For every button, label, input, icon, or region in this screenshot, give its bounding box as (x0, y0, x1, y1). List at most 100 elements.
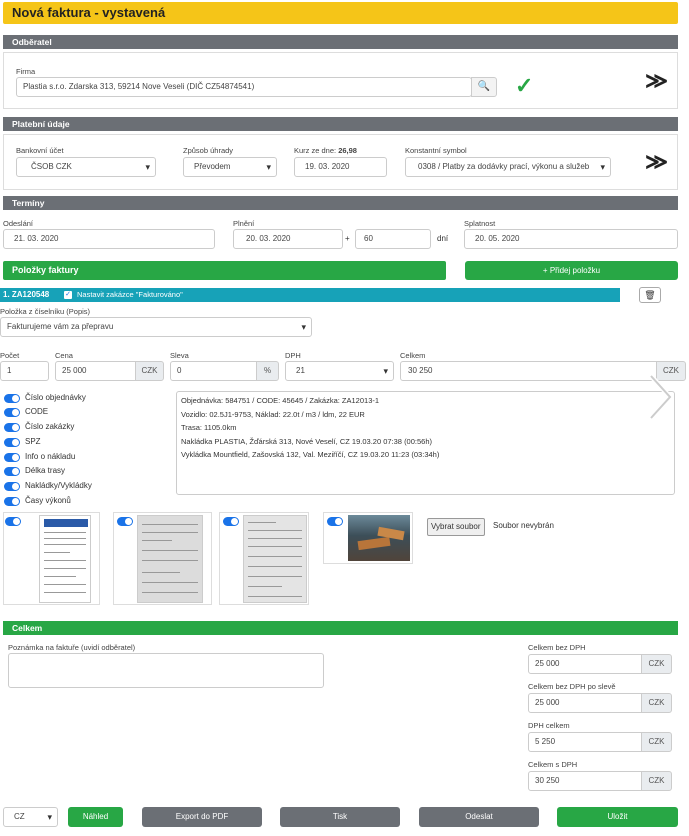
toggle-label: SPZ (25, 437, 41, 446)
desc-line: Trasa: 1105.0km (181, 423, 237, 432)
toggle-info-naklad[interactable] (4, 453, 20, 462)
bez-dph-label: Celkem bez DPH (528, 643, 586, 652)
attachment-2[interactable] (113, 512, 212, 605)
firma-search-button[interactable]: 🔍 (471, 77, 497, 97)
dph-label: DPH (285, 351, 301, 360)
desc-line: Objednávka: 584751 / CODE: 45645 / Zakáz… (181, 396, 380, 405)
toggle-casy-vykonu[interactable] (4, 497, 20, 506)
firma-input[interactable]: Plastia s.r.o. Zdarska 313, 59214 Nove V… (16, 77, 472, 97)
firma-label: Firma (16, 67, 36, 76)
toggle-spz[interactable] (4, 438, 20, 447)
file-choose-button[interactable]: Vybrat soubor (427, 518, 485, 536)
dni-label: dní (437, 234, 449, 243)
toggle-label: Info o nákladu (25, 452, 76, 461)
page-title: Nová faktura - vystavená (12, 5, 166, 20)
sleva-label: Sleva (170, 351, 189, 360)
cena-input[interactable]: 25 000 (55, 361, 137, 381)
dph-select[interactable]: 21 (285, 361, 394, 381)
trash-icon: 🗑 (644, 290, 656, 300)
plus-sign: + (345, 234, 350, 243)
description-textarea[interactable]: Objednávka: 584751 / CODE: 45645 / Zakáz… (176, 391, 675, 495)
add-item-button[interactable]: + Přidej položku (465, 261, 678, 280)
celkem-item-input[interactable]: 30 250 (400, 361, 658, 381)
zpusob-label: Způsob úhrady (183, 146, 234, 155)
pocet-input[interactable]: 1 (0, 361, 49, 381)
desc-line: Vozidlo: 02.5J1-9753, Náklad: 22.0t / m3… (181, 409, 365, 419)
search-icon: 🔍 (477, 81, 491, 92)
send-button[interactable]: Odeslat (419, 807, 539, 827)
attachment-toggle[interactable] (327, 517, 343, 526)
sleva-unit: % (256, 361, 279, 381)
terminy-header: Termíny (3, 196, 678, 210)
dph-celkem-input: 5 250 (528, 732, 642, 752)
odeslani-label: Odeslání (3, 219, 34, 228)
toggle-delka-trasy[interactable] (4, 467, 20, 476)
odberatel-header: Odběratel (3, 35, 678, 49)
cargo-photo (348, 515, 410, 561)
double-chevron-down-icon[interactable]: ≫ (645, 70, 668, 92)
zpusob-select[interactable]: Převodem (183, 157, 277, 177)
pocet-label: Počet (0, 351, 20, 360)
polozky-header: Položky faktury (3, 261, 446, 280)
ciselnik-select[interactable]: Fakturujeme vám za přepravu (0, 317, 312, 337)
poznamka-textarea[interactable] (8, 653, 324, 688)
toggle-label: Časy výkonů (25, 496, 71, 505)
odeslani-input[interactable]: 21. 03. 2020 (3, 229, 215, 249)
file-status: Soubor nevybrán (493, 521, 554, 530)
plneni-label: Plnění (233, 219, 255, 228)
poznamka-label: Poznámka na faktuře (uvidí odběratel) (8, 643, 136, 652)
konst-select[interactable]: 0308 / Platby za dodávky prací, výkonu a… (405, 157, 611, 177)
preview-button[interactable]: Náhled (68, 807, 123, 827)
konst-label: Konstantní symbol (405, 146, 467, 155)
po-sleve-unit: CZK (641, 693, 672, 713)
cena-label: Cena (55, 351, 73, 360)
kurz-label: Kurz ze dne: 26,98 (294, 146, 357, 155)
double-chevron-down-icon[interactable]: ≫ (645, 151, 668, 173)
ciselnik-label: Položka z číselníku (Popis) (0, 307, 91, 316)
kurz-date-input[interactable]: 19. 03. 2020 (294, 157, 387, 177)
language-select[interactable]: CZ (3, 807, 58, 827)
s-dph-unit: CZK (641, 771, 672, 791)
export-pdf-button[interactable]: Export do PDF (142, 807, 262, 827)
bank-select[interactable]: ČSOB CZK (16, 157, 156, 177)
check-icon: ✓ (515, 73, 534, 98)
toggle-label: Nakládky/Vykládky (25, 481, 92, 490)
bank-label: Bankovní účet (16, 146, 64, 155)
celkem-header: Celkem (3, 621, 678, 635)
attachment-3[interactable] (219, 512, 309, 605)
delete-item-button[interactable]: 🗑 (639, 287, 661, 303)
dni-input[interactable]: 60 (355, 229, 431, 249)
dph-celkem-unit: CZK (641, 732, 672, 752)
po-sleve-input: 25 000 (528, 693, 642, 713)
cena-unit: CZK (135, 361, 164, 381)
document-thumbnail (243, 515, 307, 603)
fakturovano-checkbox[interactable]: ✓ (64, 291, 72, 299)
celkem-item-label: Celkem (400, 351, 426, 360)
desc-line: Vykládka Mountfield, Zašovská 132, Val. … (181, 450, 440, 459)
print-button[interactable]: Tisk (280, 807, 400, 827)
attachment-4[interactable] (323, 512, 413, 564)
toggle-label: CODE (25, 407, 49, 416)
s-dph-label: Celkem s DPH (528, 760, 578, 769)
attachment-1[interactable] (3, 512, 100, 605)
sleva-input[interactable]: 0 (170, 361, 258, 381)
toggle-cislo-objednavky[interactable] (4, 394, 20, 403)
platebni-header: Platební údaje (3, 117, 678, 131)
carousel-next-icon[interactable] (646, 372, 674, 422)
toggle-cislo-zakazky[interactable] (4, 423, 20, 432)
plneni-input[interactable]: 20. 03. 2020 (233, 229, 343, 249)
attachment-toggle[interactable] (223, 517, 239, 526)
po-sleve-label: Celkem bez DPH po slevě (528, 682, 616, 691)
toggle-code[interactable] (4, 408, 20, 417)
save-button[interactable]: Uložit (557, 807, 678, 827)
toggle-nakladky[interactable] (4, 482, 20, 491)
toggle-label: Délka trasy (25, 466, 66, 475)
item-title: 1. ZA120548 (3, 290, 50, 299)
s-dph-input: 30 250 (528, 771, 642, 791)
fakturovano-label: Nastavit zakázce "Fakturováno" (77, 290, 183, 299)
dph-celkem-label: DPH celkem (528, 721, 570, 730)
attachment-toggle[interactable] (117, 517, 133, 526)
toggle-label: Číslo objednávky (25, 393, 86, 402)
attachment-toggle[interactable] (5, 517, 21, 526)
splatnost-input[interactable]: 20. 05. 2020 (464, 229, 678, 249)
